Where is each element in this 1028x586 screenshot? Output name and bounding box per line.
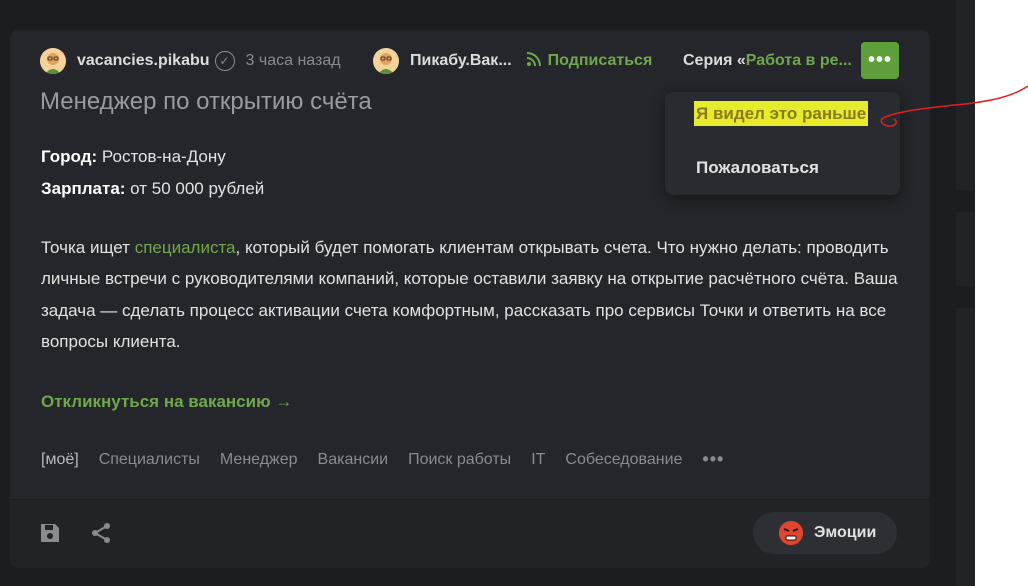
share-icon[interactable] [90, 522, 112, 544]
author-block[interactable]: vacancies.pikabu ✓ 3 часа назад [40, 47, 341, 75]
tag-item[interactable]: Менеджер [220, 451, 298, 469]
more-options-button[interactable]: ••• [861, 42, 899, 79]
subscribe-button[interactable]: Подписаться [548, 52, 653, 70]
more-tags-icon[interactable]: ••• [702, 449, 724, 470]
series-link[interactable]: Работа в ре... [746, 52, 852, 70]
emotions-label: Эмоции [814, 524, 877, 541]
salary-value: от 50 000 рублей [125, 179, 265, 198]
options-dropdown: Я видел это раньше Пожаловаться [665, 92, 900, 195]
post-card: vacancies.pikabu ✓ 3 часа назад Пикабу.В… [10, 30, 930, 568]
tag-item[interactable]: Собеседование [565, 451, 682, 469]
floppy-disk-icon[interactable] [39, 522, 61, 544]
tag-item[interactable]: [моё] [41, 451, 79, 469]
post-time[interactable]: 3 часа назад [246, 52, 341, 70]
post-body: Точка ищет специалиста, который будет по… [41, 232, 911, 357]
menu-item-report[interactable]: Пожаловаться [696, 158, 819, 178]
body-text-start: Точка ищет [41, 238, 135, 257]
window-outside-area [975, 0, 1028, 586]
tag-item[interactable]: Поиск работы [408, 451, 511, 469]
series-block[interactable]: Серия « Работа в ре... [683, 47, 852, 75]
author-avatar[interactable] [40, 48, 66, 74]
emotions-button[interactable]: Эмоции [753, 512, 897, 554]
specialist-link[interactable]: специалиста [135, 238, 236, 257]
community-block[interactable]: Пикабу.Вак... Подписаться [373, 47, 652, 75]
apply-link[interactable]: Откликнуться на вакансию → [41, 392, 292, 412]
salary-field: Зарплата: от 50 000 рублей [41, 179, 264, 199]
sidebar-gap [956, 286, 975, 308]
author-name[interactable]: vacancies.pikabu [77, 52, 210, 70]
community-name[interactable]: Пикабу.Вак... [410, 52, 512, 70]
tag-item[interactable]: IT [531, 451, 545, 469]
angry-face-icon [779, 521, 803, 545]
city-label: Город: [41, 147, 98, 166]
sidebar-gap [956, 190, 975, 212]
menu-item-seen-before[interactable]: Я видел это раньше [694, 101, 869, 126]
salary-label: Зарплата: [41, 179, 126, 198]
city-value: Ростов-на-Дону [97, 147, 226, 166]
series-prefix: Серия « [683, 52, 746, 69]
tag-item[interactable]: Специалисты [99, 451, 200, 469]
check-circle-icon: ✓ [214, 51, 235, 71]
ellipsis-icon: ••• [867, 49, 892, 71]
right-sidebar [956, 0, 975, 586]
rss-icon[interactable] [526, 51, 542, 72]
city-field: Город: Ростов-на-Дону [41, 147, 226, 167]
seen-before-label: Я видел это раньше [694, 101, 869, 126]
community-avatar[interactable] [373, 48, 399, 74]
post-title[interactable]: Менеджер по открытию счёта [40, 88, 372, 116]
tag-item[interactable]: Вакансии [318, 451, 389, 469]
tag-list: [моё] Специалисты Менеджер Вакансии Поис… [41, 449, 744, 470]
